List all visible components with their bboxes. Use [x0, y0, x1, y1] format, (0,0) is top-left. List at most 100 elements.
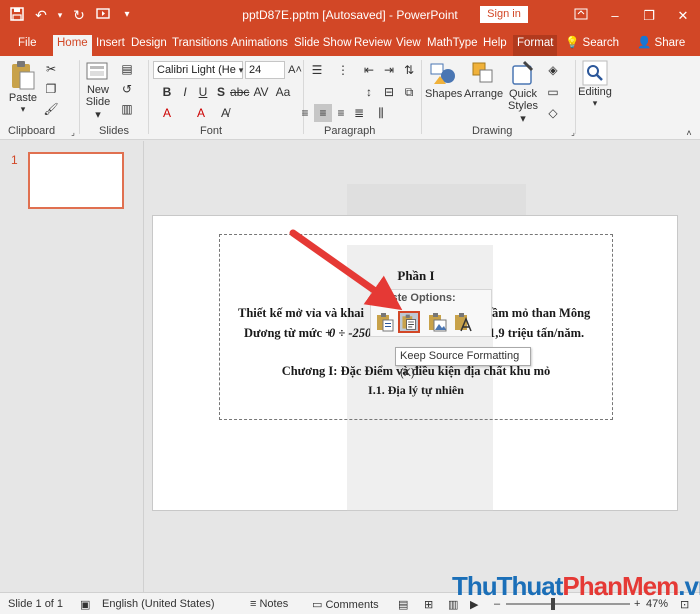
shapes-button[interactable]: Shapes [425, 60, 462, 100]
notes-button[interactable]: ≡ Notes [250, 598, 288, 610]
tab-format[interactable]: Format [513, 35, 558, 56]
increase-font-icon[interactable]: A˄ [286, 61, 304, 79]
new-slide-button[interactable]: New Slide ▾ [82, 60, 114, 121]
slide-thumbnail-pane: 1 [0, 141, 144, 592]
layout-icon[interactable]: ▤ [118, 60, 136, 78]
drawing-launcher-icon[interactable]: ⌟ [564, 124, 582, 142]
paste-options-popup: Paste Options: [370, 289, 492, 337]
font-size-select[interactable]: 24 [245, 61, 285, 79]
group-label-clipboard: Clipboard [8, 125, 56, 137]
drag-preview-top [347, 184, 526, 215]
tab-transitions[interactable]: Transitions [170, 35, 230, 56]
format-painter-icon[interactable]: 🖌 [42, 100, 60, 118]
separator [148, 60, 149, 134]
decrease-indent-icon[interactable]: ⇤ [360, 61, 378, 79]
change-case-icon[interactable]: Aa [274, 83, 292, 101]
shapes-icon [430, 63, 455, 84]
group-label-font: Font [200, 125, 223, 137]
columns-icon[interactable]: ⫼ [372, 104, 390, 122]
strikethrough-icon[interactable]: abc [230, 83, 249, 101]
tab-home[interactable]: Home [53, 35, 92, 56]
font-color-icon[interactable]: A [192, 104, 210, 122]
section-icon[interactable]: ▥ [118, 100, 136, 118]
minimize-icon[interactable]: – [598, 0, 632, 31]
character-spacing-icon[interactable]: AV [252, 83, 270, 101]
group-label-drawing: Drawing [472, 125, 513, 137]
numbering-icon[interactable]: ⋮ [334, 61, 352, 79]
new-slide-label-2: Slide ▾ [85, 96, 111, 121]
sign-in-button[interactable]: Sign in [480, 6, 528, 23]
tab-design[interactable]: Design [129, 35, 169, 56]
shape-outline-icon[interactable]: ▭ [544, 83, 562, 101]
paste-dropdown-icon[interactable]: ▾ [6, 104, 40, 115]
slide-number: 1 [11, 153, 18, 167]
use-destination-theme-icon[interactable] [374, 311, 396, 333]
align-left-icon[interactable]: ≡ [296, 104, 314, 122]
quick-styles-button[interactable]: Quick Styles ▾ [506, 60, 540, 125]
ribbon-tabs: File Home Insert Design Transitions Anim… [0, 31, 700, 56]
cut-icon[interactable]: ✂ [42, 60, 60, 78]
language-status[interactable]: English (United States) [102, 598, 215, 610]
underline-icon[interactable]: U [194, 83, 212, 101]
text-direction-icon[interactable]: ⇅ [400, 61, 418, 79]
reset-icon[interactable]: ↺ [118, 80, 136, 98]
editing-dropdown-icon[interactable]: ▾ [578, 98, 612, 109]
tab-file[interactable]: File [16, 35, 39, 56]
bullets-icon[interactable]: ☰ [308, 61, 326, 79]
slide-thumbnail[interactable] [28, 152, 124, 209]
slide-info: Slide 1 of 1 [8, 598, 64, 610]
increase-indent-icon[interactable]: ⇥ [380, 61, 398, 79]
shape-effects-icon[interactable]: ◇ [544, 104, 562, 122]
arrange-button[interactable]: Arrange [464, 60, 503, 100]
align-right-icon[interactable]: ≡ [332, 104, 350, 122]
arrange-icon [472, 62, 493, 83]
text-highlight-icon[interactable]: A [158, 104, 176, 122]
spelling-icon[interactable]: ▣ [80, 598, 90, 611]
shadow-icon[interactable]: S [212, 83, 230, 101]
zoom-slider[interactable] [506, 603, 630, 605]
lightbulb-icon: 💡 [565, 37, 580, 49]
tab-slide-show[interactable]: Slide Show [292, 35, 354, 56]
tab-view[interactable]: View [394, 35, 423, 56]
group-label-slides: Slides [99, 125, 129, 137]
tell-me-search[interactable]: 💡 Search [563, 35, 621, 56]
editing-button[interactable]: Editing ▾ [578, 60, 612, 109]
shape-fill-icon[interactable]: ◈ [544, 61, 562, 79]
share-button[interactable]: 👤 Share [635, 35, 687, 56]
window-controls: – ❐ ✕ [564, 0, 700, 31]
justify-icon[interactable]: ≣ [350, 104, 368, 122]
close-icon[interactable]: ✕ [666, 0, 700, 31]
normal-view-icon[interactable]: ▤ [398, 598, 408, 611]
paste-as-picture-icon[interactable] [426, 311, 448, 333]
slide-sorter-icon[interactable]: ⊞ [424, 598, 433, 611]
tab-mathtype[interactable]: MathType [425, 35, 480, 56]
tab-insert[interactable]: Insert [94, 35, 127, 56]
watermark-logo: ThuThuatPhanMem.vn [452, 571, 700, 601]
tab-animations[interactable]: Animations [229, 35, 290, 56]
line-spacing-icon[interactable]: ↕ [360, 83, 378, 101]
tab-help[interactable]: Help [481, 35, 509, 56]
keep-source-formatting-icon[interactable] [398, 311, 420, 333]
align-text-icon[interactable]: ⊟ [380, 83, 398, 101]
separator [575, 60, 576, 134]
font-family-select[interactable]: Calibri Light (He [153, 61, 243, 79]
slide-section: I.1. Địa lý tự nhiên [368, 383, 464, 397]
keep-text-only-icon[interactable] [452, 311, 474, 333]
comments-icon: ▭ [312, 599, 326, 611]
comments-button[interactable]: ▭ Comments [312, 598, 379, 611]
clear-formatting-icon[interactable]: A̸ [216, 104, 234, 122]
smartart-icon[interactable]: ⧉ [400, 83, 418, 101]
ribbon-display-icon[interactable] [564, 0, 598, 31]
separator [303, 60, 304, 134]
align-center-icon[interactable]: ≡ [314, 104, 332, 122]
restore-icon[interactable]: ❐ [632, 0, 666, 31]
collapse-ribbon-icon[interactable]: ˄ [680, 124, 698, 142]
title-bar: ↶ ▾ ↻ ▾ pptD87E.pptm [Autosaved] - Power… [0, 0, 700, 31]
quick-styles-label-2: Styles ▾ [508, 100, 538, 125]
tab-review[interactable]: Review [352, 35, 394, 56]
copy-icon[interactable]: ❐ [42, 80, 60, 98]
bold-icon[interactable]: B [158, 83, 176, 101]
separator [421, 60, 422, 134]
paste-button[interactable]: Paste ▾ [6, 60, 40, 115]
italic-icon[interactable]: I [176, 83, 194, 101]
